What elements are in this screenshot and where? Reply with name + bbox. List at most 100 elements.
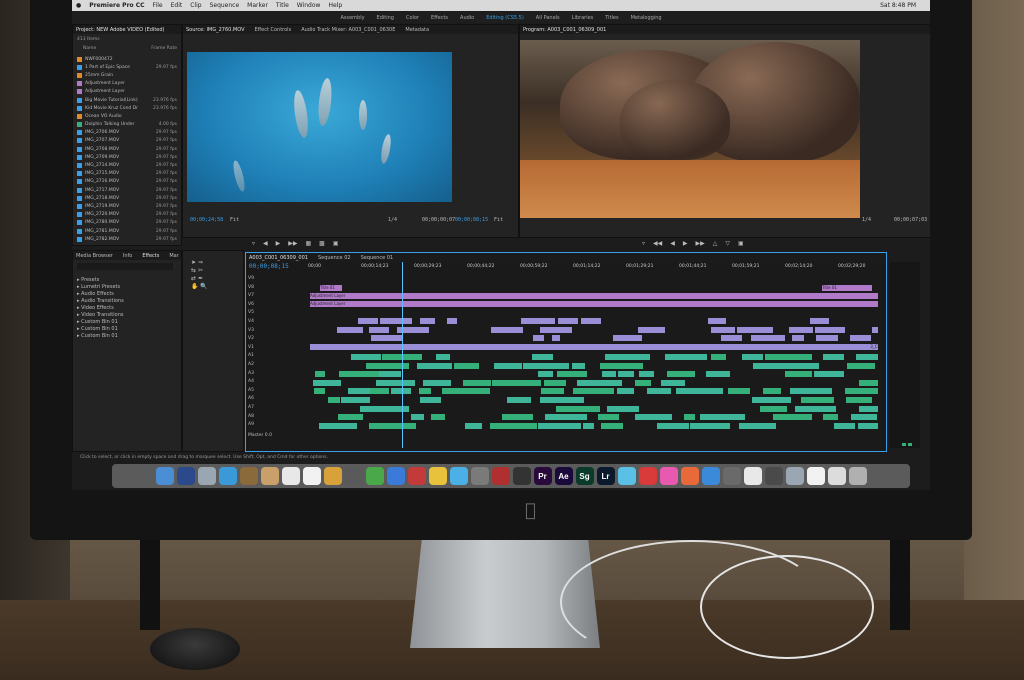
project-list-item[interactable]: NWF000472 [77,55,177,63]
timeline-clip[interactable] [700,414,745,421]
project-list-item[interactable]: Adjustment Layer [77,80,177,88]
timeline-clip[interactable] [430,414,446,421]
tab-effect-controls[interactable]: Effect Controls [255,27,292,33]
timeline-clip[interactable]: Title 01 [320,285,342,291]
project-list-item[interactable]: IMG_2719.MOV 29.97 fps [77,202,177,210]
timeline-clip[interactable] [369,422,417,429]
effects-folder[interactable]: ▸ Lumetri Presets [77,284,124,291]
timeline-clip[interactable] [618,371,635,378]
timeline-clip[interactable] [858,405,878,412]
timeline-clip[interactable] [537,422,582,429]
menu-help[interactable]: Help [328,2,342,9]
track-header[interactable]: A4 [248,379,308,386]
timeline-clip[interactable] [773,414,812,421]
selection-tool-icon[interactable]: ➤ [191,259,196,266]
timeline-clip[interactable] [539,326,572,333]
playhead[interactable] [402,262,403,448]
timeline-clip[interactable] [737,326,773,333]
timeline-clip[interactable] [310,344,870,350]
timeline-clip[interactable] [315,371,326,378]
dock-app-icon[interactable] [512,467,531,485]
project-list-item[interactable]: IMG_2715.MOV 29.97 fps [77,170,177,178]
tab-media-browser[interactable]: Media Browser [76,253,113,259]
play-icon[interactable]: ▶ [276,240,281,247]
timeline-clip[interactable] [379,371,402,378]
workspace-editing[interactable]: Editing [377,15,394,21]
insert-icon[interactable]: ▦ [306,240,312,247]
timeline-clip[interactable] [410,414,425,421]
timeline-clip[interactable] [727,388,751,395]
timeline-clip[interactable] [348,388,370,395]
timeline-clip[interactable] [785,371,813,378]
timeline-clip[interactable] [833,422,855,429]
timeline-clip[interactable] [420,397,442,403]
apple-menu-icon[interactable]: ● [76,2,81,9]
tab-markers[interactable]: Mar [169,253,178,259]
timeline-clip[interactable] [845,397,872,403]
menu-edit[interactable]: Edit [171,2,183,9]
workspace-all-panels[interactable]: All Panels [536,15,560,21]
tab-source[interactable]: Source: IMG_2760.MOV [186,27,245,33]
timeline-clip[interactable] [739,422,777,429]
workspace-metalogging[interactable]: Metalogging [631,15,662,21]
timeline-clip[interactable] [600,362,643,369]
timeline-clip[interactable] [369,326,390,333]
timeline-clip[interactable] [857,422,878,429]
timeline-clip[interactable] [637,326,665,333]
timeline-clip[interactable] [762,388,781,395]
timeline-clip[interactable] [601,422,623,429]
project-list-item[interactable]: IMG_2782.MOV 29.97 fps [77,235,177,243]
track-header[interactable]: V1 [248,345,308,352]
effects-folder[interactable]: ▸ Audio Effects [77,291,124,298]
menu-window[interactable]: Window [297,2,321,9]
dock-app-icon[interactable] [743,467,762,485]
timeline-clip[interactable] [689,422,731,429]
timeline-clip[interactable] [465,422,483,429]
track-select-tool-icon[interactable]: ⇒ [198,259,203,266]
timeline-clip[interactable] [858,379,878,386]
timeline-clip[interactable] [507,397,531,403]
timeline-clip[interactable] [711,326,736,333]
tab-program[interactable]: Program: A003_C001_06309_001 [523,27,606,33]
timeline-clip[interactable] [809,318,829,324]
timeline-clip[interactable]: Adjustment Layer [310,301,878,307]
timeline-clip[interactable] [521,318,556,324]
timeline-clip[interactable] [555,405,600,412]
project-list-item[interactable]: IMG_2709.MOV 29.97 fps [77,153,177,161]
zoom-tool-icon[interactable]: 🔍 [200,283,207,290]
track-header[interactable]: A8 [248,414,308,421]
timeline-clip[interactable] [419,318,436,324]
dock-app-icon[interactable] [365,467,384,485]
timeline-clip[interactable] [815,326,846,333]
workspace-color[interactable]: Color [406,15,419,21]
timeline-clip[interactable] [741,354,763,360]
timeline-clip[interactable] [721,335,742,342]
dock-app-icon[interactable] [827,467,846,485]
track-header[interactable]: V9 [248,276,308,283]
timeline-clip[interactable] [710,354,727,360]
timeline-clip[interactable] [370,388,390,395]
tab-info[interactable]: Info [123,253,132,259]
slip-tool-icon[interactable]: ⇄ [191,275,196,282]
timeline-clip[interactable] [751,335,785,342]
timeline-clip[interactable] [847,362,875,369]
timeline-clip[interactable] [493,362,522,369]
effects-folder[interactable]: ▸ Audio Transitions [77,298,124,305]
dock-app-icon[interactable] [701,467,720,485]
dock-app-icon[interactable] [386,467,405,485]
timeline-clip[interactable] [822,414,838,421]
timeline-clip[interactable] [491,379,541,386]
workspace-titles[interactable]: Titles [605,15,618,21]
timeline-clip[interactable] [577,379,622,386]
workspace-effects[interactable]: Effects [431,15,448,21]
timeline-clip[interactable] [376,379,416,386]
workspace-editing-cs55[interactable]: Editing (CS5.5) [486,15,524,21]
timeline-clip[interactable]: Adjustment Layer [310,293,878,299]
timeline-clip[interactable] [666,371,695,378]
column-header-name[interactable]: Name [83,46,96,51]
column-header-frame-rate[interactable]: Frame Rate [151,46,177,51]
timeline-clip[interactable] [540,397,584,403]
menu-marker[interactable]: Marker [247,2,268,9]
timeline-clip[interactable] [765,354,813,360]
menu-clip[interactable]: Clip [190,2,201,9]
